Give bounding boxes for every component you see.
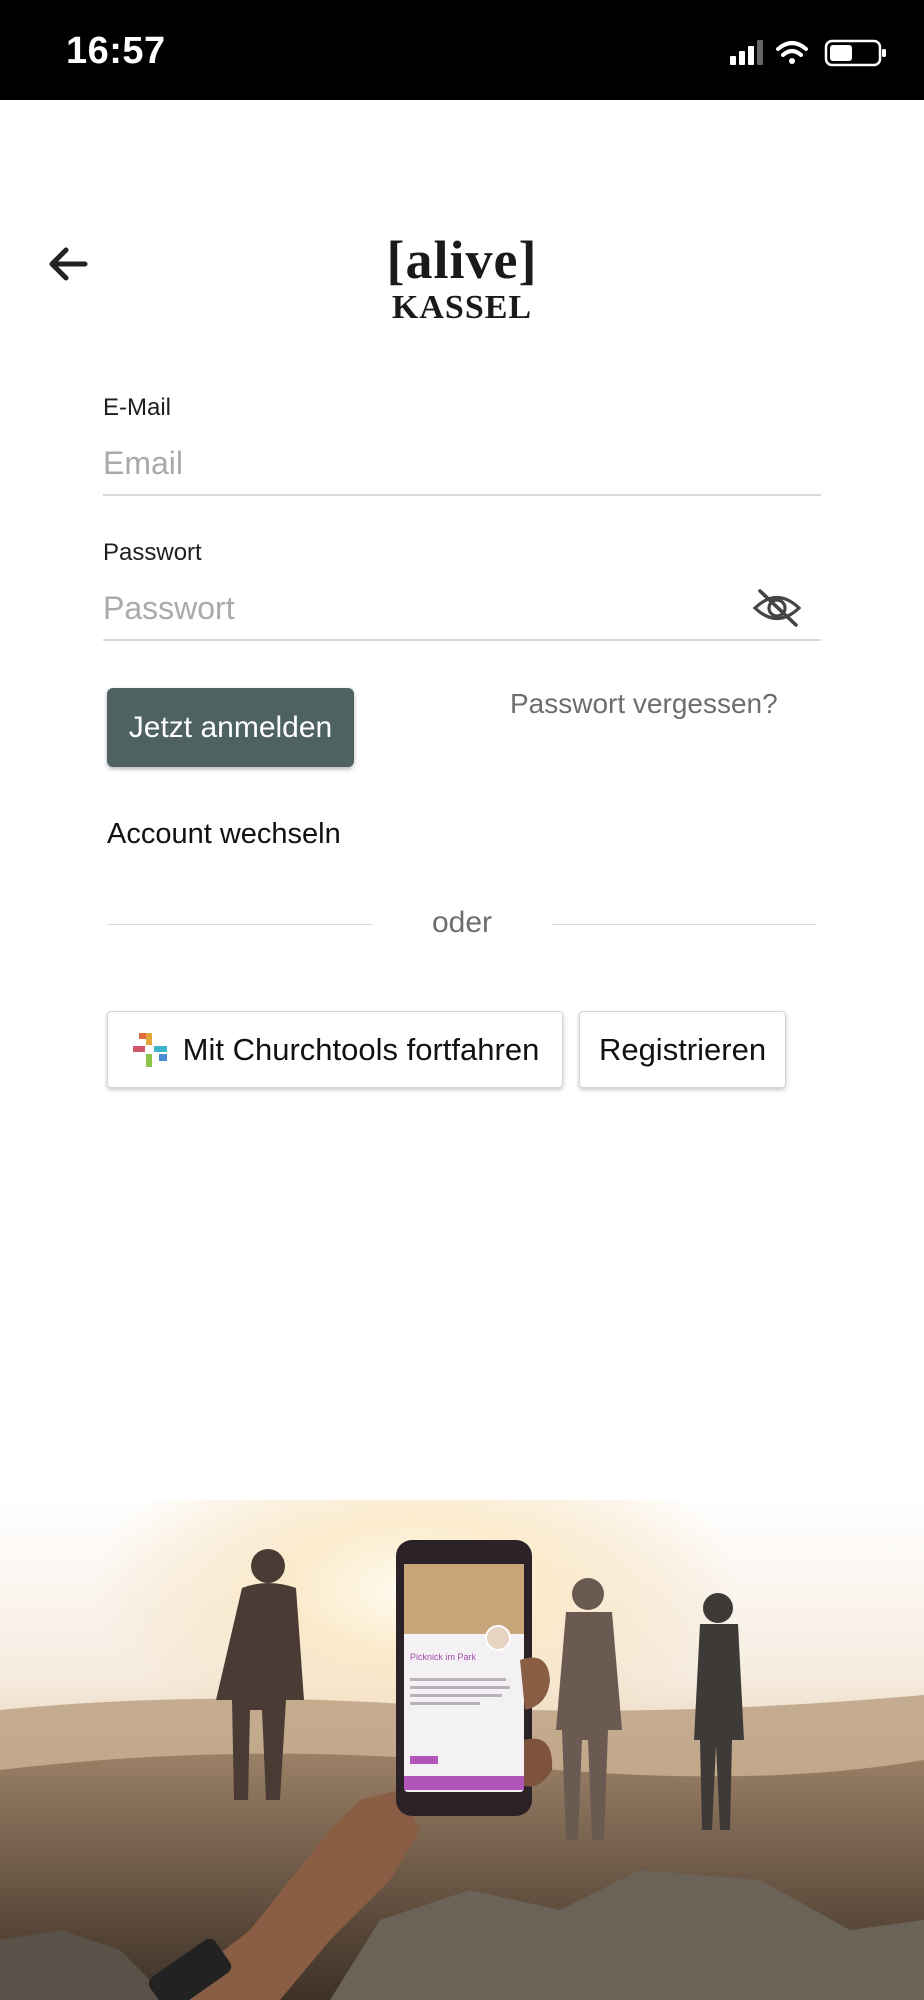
battery-icon [824,39,886,67]
logo-text-bottom: KASSEL [391,289,533,326]
switch-account-link[interactable]: Account wechseln [107,818,341,851]
divider-text: oder [431,906,493,939]
eye-off-icon[interactable] [752,586,802,630]
hero-illustration: Picknick im Park [0,1500,924,2000]
churchtools-icon [132,1032,167,1067]
hero-image: Picknick im Park [0,1500,924,2000]
register-button[interactable]: Registrieren [579,1011,786,1088]
churchtools-button-label: Mit Churchtools fortfahren [182,1031,540,1067]
cellular-signal-icon [730,40,763,65]
register-button-label: Registrieren [598,1031,767,1067]
login-button[interactable]: Jetzt anmelden [107,688,354,767]
status-time: 16:57 [66,30,166,72]
arrow-left-icon [49,247,88,281]
churchtools-login-button[interactable]: Mit Churchtools fortfahren [107,1011,563,1088]
email-field[interactable] [103,432,821,496]
divider-right [551,924,817,925]
password-field[interactable] [103,577,821,641]
phone-card-title: Picknick im Park [410,1652,477,1662]
divider-left [107,924,373,925]
back-button[interactable] [40,236,96,292]
forgot-password-link[interactable]: Passwort vergessen? [510,688,778,720]
wifi-icon [776,41,808,64]
password-label: Passwort [103,539,202,566]
phone-mockup: Picknick im Park [396,1540,532,1816]
status-icons [730,39,886,67]
status-bar: 16:57 [0,0,924,100]
logo-text-top: [alive] [386,230,538,290]
email-label: E-Mail [103,394,172,421]
app-logo: [alive] KASSEL [372,230,552,342]
